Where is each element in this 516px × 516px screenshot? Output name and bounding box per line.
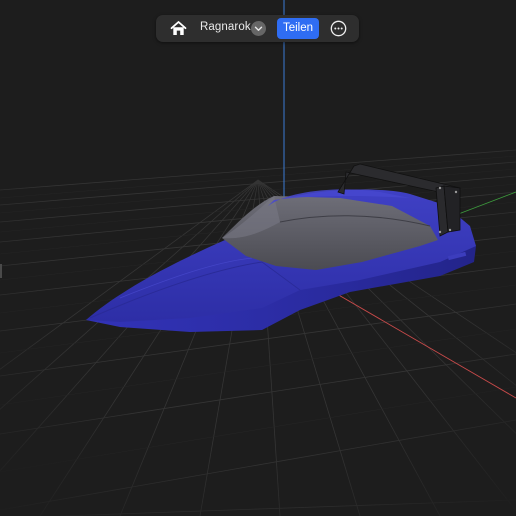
- chevron-down-icon[interactable]: [251, 21, 266, 36]
- scene-canvas[interactable]: [0, 0, 516, 516]
- top-toolbar: Ragnarok Teilen: [156, 15, 359, 42]
- 3d-viewport[interactable]: Ragnarok Teilen: [0, 0, 516, 516]
- viewport-edge-handle[interactable]: [0, 264, 2, 278]
- ellipsis-circle-icon[interactable]: [330, 20, 347, 37]
- house-icon[interactable]: [169, 19, 188, 38]
- share-button[interactable]: Teilen: [277, 18, 319, 39]
- document-title[interactable]: Ragnarok: [200, 21, 251, 33]
